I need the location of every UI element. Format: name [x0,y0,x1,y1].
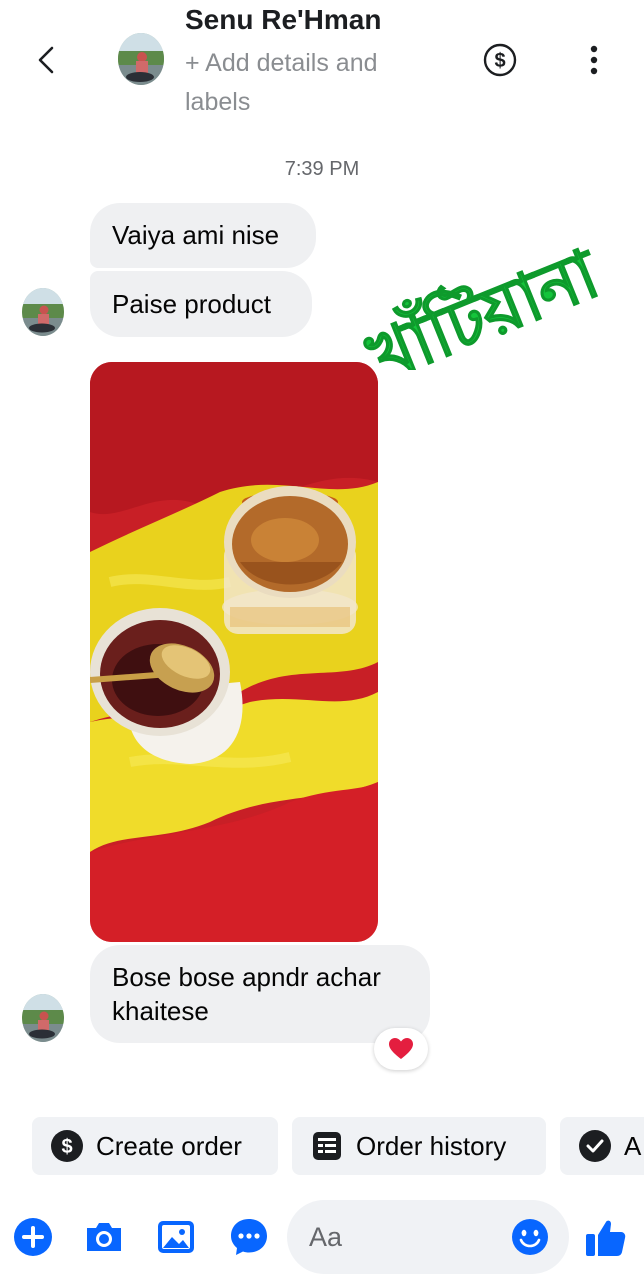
thumbs-up-icon[interactable] [584,1216,628,1260]
message-bubble[interactable]: Paise product [90,271,312,337]
chevron-left-icon[interactable] [28,40,68,80]
chip-label: Order history [356,1130,507,1161]
message-timestamp: 7:39 PM [284,158,360,180]
message-composer: Aa [0,1196,644,1280]
camera-icon[interactable] [83,1216,125,1258]
order-history-button[interactable]: Order history [292,1117,546,1175]
svg-text:খাঁটিয়ানা: খাঁটিয়ানা [354,229,610,370]
quick-actions-bar: $ Create order Order history A [0,1117,644,1177]
chip-label: A [624,1130,642,1161]
dollar-circle-icon: $ [51,1130,83,1162]
message-input[interactable]: Aa [287,1200,569,1274]
plus-icon[interactable] [12,1216,54,1258]
watermark-text: খাঁটিয়ানা [353,228,610,370]
third-action-button[interactable]: A [560,1117,644,1175]
image-icon[interactable] [155,1216,197,1258]
receipt-icon [313,1132,341,1160]
avatar[interactable] [22,994,64,1042]
chat-bubble-icon[interactable] [228,1216,270,1258]
shared-photo[interactable] [90,362,378,942]
contact-name[interactable]: Senu Re'Hman [185,4,381,36]
message-bubble[interactable]: Vaiya ami nise [90,203,316,268]
check-circle-icon [579,1130,611,1162]
message-bubble[interactable]: Bose bose apndr achar khaitese [90,945,430,1043]
add-details-link[interactable]: + Add details and labels [185,44,425,122]
input-placeholder: Aa [309,1221,343,1252]
heart-reaction[interactable] [374,1028,428,1070]
emoji-icon[interactable] [511,1218,549,1256]
create-order-button[interactable]: $ Create order [32,1117,278,1175]
svg-text:$: $ [61,1136,72,1158]
dollar-circle-icon[interactable]: $ [482,42,518,78]
conversation-header: Senu Re'Hman + Add details and labels $ [0,0,644,128]
chip-label: Create order [96,1130,242,1161]
heart-icon [389,1038,413,1059]
vertical-dots-icon[interactable] [580,42,608,78]
avatar[interactable] [118,33,164,85]
avatar[interactable] [22,288,64,336]
svg-text:$: $ [494,50,505,72]
